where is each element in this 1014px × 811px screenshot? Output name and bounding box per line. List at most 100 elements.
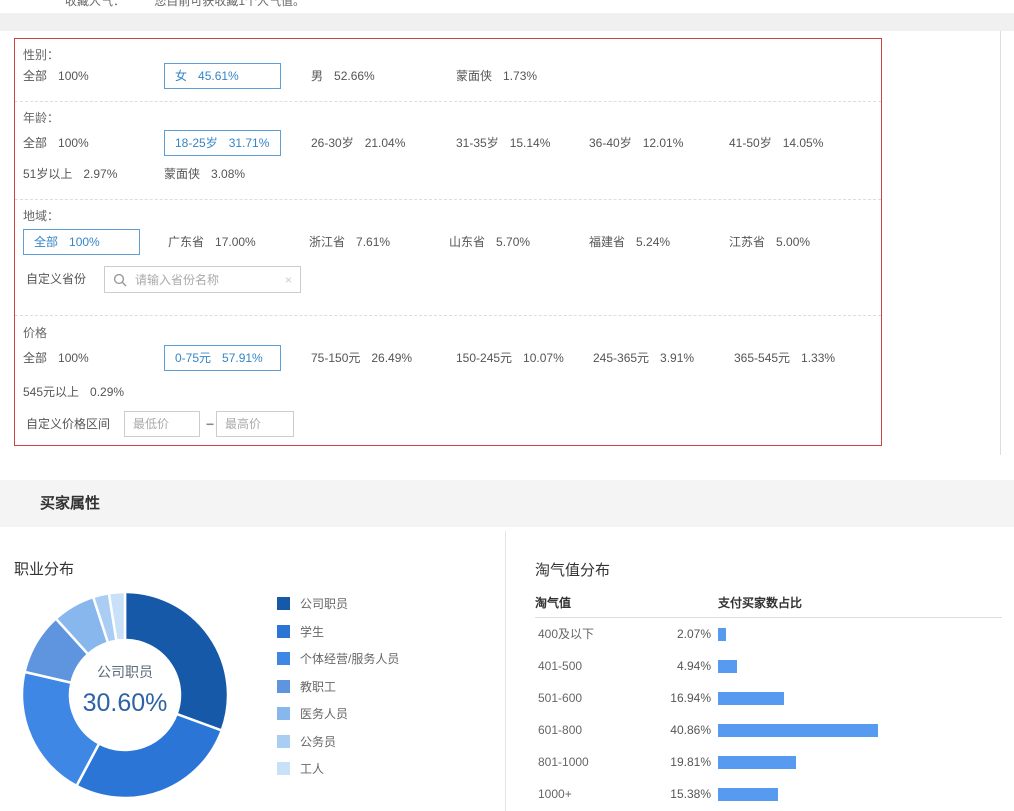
taoqi-bar	[718, 660, 737, 673]
filter-option-value: 7.61%	[356, 235, 390, 249]
taoqi-table-header: 淘气值 支付买家数占比	[535, 590, 1002, 616]
taoqi-range: 801-1000	[538, 746, 589, 778]
filter-option[interactable]: 男52.66%	[311, 63, 375, 89]
filter-option[interactable]: 蒙面侠 3.08%	[164, 161, 245, 187]
clear-input-icon[interactable]: ×	[285, 273, 292, 287]
filter-option[interactable]: 全部100%	[23, 63, 89, 89]
filter-option-label: 36-40岁	[589, 136, 632, 150]
min-price-input[interactable]	[124, 411, 200, 437]
filter-option-value: 2.97%	[83, 167, 117, 181]
filter-option[interactable]: 51岁以上 2.97%	[23, 161, 117, 187]
legend-swatch	[277, 735, 290, 748]
filter-option-selected[interactable]: 女 45.61%	[164, 63, 281, 89]
filter-option-label: 41-50岁	[729, 136, 772, 150]
filter-option-label: 江苏省	[729, 235, 765, 249]
filter-option-value: 21.04%	[365, 136, 406, 150]
legend-swatch	[277, 680, 290, 693]
filter-option-label: 全部	[34, 235, 58, 249]
filter-section-title: 地域：	[23, 207, 59, 224]
legend-item[interactable]: 个体经营/服务人员	[277, 645, 399, 673]
taoqi-bar	[718, 756, 796, 769]
filter-option-label: 广东省	[168, 235, 204, 249]
taoqi-percentage: 2.07%	[595, 618, 711, 650]
taoqi-percentage: 19.81%	[595, 746, 711, 778]
filter-option-label: 蒙面侠	[164, 167, 200, 181]
province-search-box[interactable]: ×	[104, 266, 301, 293]
taoqi-range: 601-800	[538, 714, 582, 746]
filter-row: 545元以上0.29%	[15, 379, 881, 405]
filter-option-value: 45.61%	[198, 69, 239, 83]
filter-option[interactable]: 全部100%	[23, 345, 89, 371]
donut-center-label: 公司职员	[97, 664, 153, 680]
filter-option[interactable]: 广东省17.00%	[168, 229, 256, 255]
filter-option[interactable]: 山东省5.70%	[449, 229, 530, 255]
filter-option[interactable]: 545元以上0.29%	[23, 379, 124, 405]
occupation-donut-chart: 公司职员30.60%	[10, 578, 250, 811]
filter-option[interactable]: 江苏省5.00%	[729, 229, 810, 255]
filter-option[interactable]: 41-50岁 14.05%	[729, 130, 823, 156]
occupation-chart-title: 职业分布	[14, 558, 74, 579]
filter-option[interactable]: 福建省5.24%	[589, 229, 670, 255]
filter-option-label: 山东省	[449, 235, 485, 249]
filter-option[interactable]: 75-150元26.49%	[311, 345, 412, 371]
filter-option-value: 14.05%	[783, 136, 824, 150]
filter-option-label: 浙江省	[309, 235, 345, 249]
filter-section-title: 年龄：	[23, 109, 59, 126]
filter-option-label: 男	[311, 69, 323, 83]
taoqi-row: 801-100019.81%	[535, 746, 1005, 778]
taoqi-bar	[718, 788, 778, 801]
legend-item[interactable]: 工人	[277, 755, 399, 783]
taoqi-bar	[718, 692, 784, 705]
filter-option[interactable]: 150-245元10.07%	[456, 345, 564, 371]
legend-item[interactable]: 公务员	[277, 728, 399, 756]
filter-option-selected[interactable]: 全部 100%	[23, 229, 140, 255]
filter-option-label: 0-75元	[175, 351, 211, 365]
province-search-input[interactable]	[133, 272, 281, 288]
filter-option-selected[interactable]: 18-25岁31.71%	[164, 130, 281, 156]
filter-option[interactable]: 365-545元 1.33%	[734, 345, 835, 371]
legend-item[interactable]: 公司职员	[277, 590, 399, 618]
filter-row: 全部100% 18-25岁31.71% 26-30岁 21.04% 31-35岁15.1…	[15, 130, 881, 156]
filter-option[interactable]: 全部100%	[23, 130, 89, 156]
filter-option-value: 26.49%	[371, 351, 412, 365]
filter-option-value: 31.71%	[229, 136, 270, 150]
filter-option[interactable]: 蒙面侠1.73%	[456, 63, 537, 89]
filter-option-value: 100%	[58, 136, 89, 150]
filter-option-label: 51岁以上	[23, 167, 72, 181]
filter-option[interactable]: 245-365元3.91%	[593, 345, 694, 371]
filter-option-selected[interactable]: 0-75元57.91%	[164, 345, 281, 371]
filter-option-value: 3.08%	[211, 167, 245, 181]
filter-row: 全部100% 0-75元57.91% 75-150元26.49% 150-245元10…	[15, 345, 881, 371]
legend-label: 医务人员	[300, 705, 348, 722]
filter-option[interactable]: 36-40岁 12.01%	[589, 130, 683, 156]
filter-option-label: 26-30岁	[311, 136, 354, 150]
taoqi-bar	[718, 724, 878, 737]
max-price-input[interactable]	[216, 411, 294, 437]
filter-option-label: 545元以上	[23, 385, 79, 399]
filter-option-label: 女	[175, 69, 187, 83]
filter-option[interactable]: 31-35岁15.14%	[456, 130, 550, 156]
filter-option-label: 365-545元	[734, 351, 790, 365]
filter-section-separator	[15, 101, 881, 102]
filter-option[interactable]: 26-30岁 21.04%	[311, 130, 405, 156]
filter-option-value: 1.33%	[801, 351, 835, 365]
filter-option-value: 10.07%	[523, 351, 564, 365]
filter-section-title: 价格	[23, 324, 47, 341]
filter-option-value: 12.01%	[643, 136, 684, 150]
clipped-top-row: 收藏人气： 您目前可获收藏1个人气值。	[0, 0, 1014, 13]
legend-label: 公务员	[300, 733, 336, 750]
price-range-separator: −	[206, 416, 214, 432]
filter-option-label: 245-365元	[593, 351, 649, 365]
filter-option-label: 蒙面侠	[456, 69, 492, 83]
filter-section-separator	[15, 199, 881, 200]
filter-option-value: 100%	[69, 235, 100, 249]
legend-item[interactable]: 教职工	[277, 673, 399, 701]
filter-section-separator	[15, 315, 881, 316]
filter-option[interactable]: 浙江省 7.61%	[309, 229, 390, 255]
donut-slice[interactable]	[77, 714, 222, 798]
filter-option-label: 福建省	[589, 235, 625, 249]
legend-item[interactable]: 学生	[277, 618, 399, 646]
section-divider-band	[0, 13, 1014, 31]
legend-item[interactable]: 医务人员	[277, 700, 399, 728]
legend-swatch	[277, 625, 290, 638]
